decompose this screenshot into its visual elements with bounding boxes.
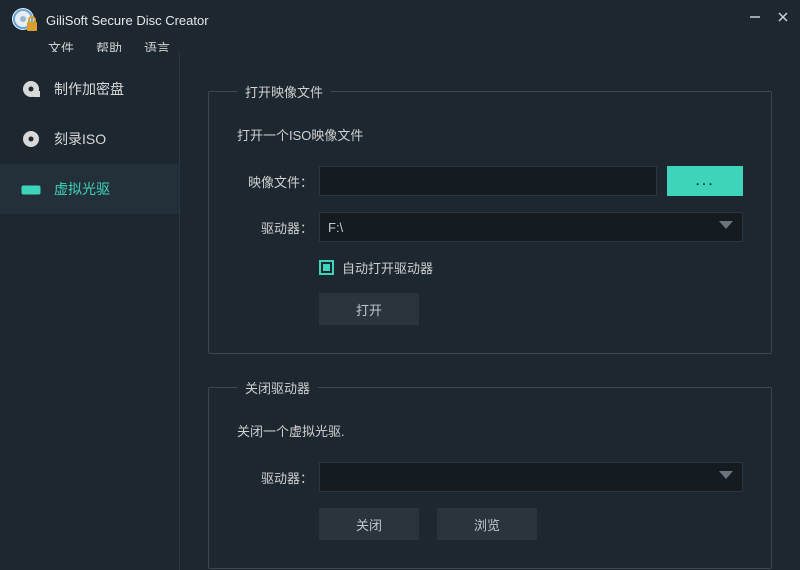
open-image-legend: 打开映像文件 xyxy=(237,82,331,101)
image-file-label: 映像文件： xyxy=(237,172,319,191)
disc-lock-icon xyxy=(20,78,42,100)
open-image-groupbox: 打开映像文件 打开一个ISO映像文件 映像文件： ... 驱动器： F:\ xyxy=(208,82,772,354)
open-drive-label: 驱动器： xyxy=(237,218,319,237)
content-area: 打开映像文件 打开一个ISO映像文件 映像文件： ... 驱动器： F:\ xyxy=(180,52,800,570)
sidebar-item-create-encrypted-disc[interactable]: 制作加密盘 xyxy=(0,64,179,114)
auto-open-checkbox[interactable] xyxy=(319,260,334,275)
drive-icon xyxy=(20,178,42,200)
sidebar-item-burn-iso[interactable]: 刻录ISO xyxy=(0,114,179,164)
image-file-input[interactable] xyxy=(319,166,657,196)
close-drive-groupbox: 关闭驱动器 关闭一个虚拟光驱. 驱动器： 关闭 浏览 xyxy=(208,378,772,569)
close-button[interactable] xyxy=(776,10,790,27)
open-button[interactable]: 打开 xyxy=(319,293,419,325)
open-drive-select[interactable]: F:\ xyxy=(319,212,743,242)
app-title: GiliSoft Secure Disc Creator xyxy=(46,13,209,28)
close-drive-button[interactable]: 关闭 xyxy=(319,508,419,540)
close-drive-select[interactable] xyxy=(319,462,743,492)
app-icon xyxy=(10,6,38,34)
sidebar-item-label: 刻录ISO xyxy=(54,129,106,149)
close-drive-legend: 关闭驱动器 xyxy=(237,378,318,397)
sidebar-item-virtual-drive[interactable]: 虚拟光驱 xyxy=(0,164,179,214)
sidebar-item-label: 制作加密盘 xyxy=(54,79,124,99)
close-drive-label: 驱动器： xyxy=(237,468,319,487)
minimize-button[interactable] xyxy=(748,10,762,27)
browse-image-button[interactable]: ... xyxy=(667,166,743,196)
sidebar: 制作加密盘 刻录ISO 虚拟光驱 xyxy=(0,52,180,570)
close-drive-description: 关闭一个虚拟光驱. xyxy=(237,421,743,440)
open-drive-value: F:\ xyxy=(328,220,343,235)
open-image-description: 打开一个ISO映像文件 xyxy=(237,125,743,144)
disc-burn-icon xyxy=(20,128,42,150)
browse-drive-button[interactable]: 浏览 xyxy=(437,508,537,540)
titlebar: GiliSoft Secure Disc Creator 文件 帮助 语言 xyxy=(0,0,800,52)
auto-open-label: 自动打开驱动器 xyxy=(342,258,433,277)
sidebar-item-label: 虚拟光驱 xyxy=(54,179,110,199)
